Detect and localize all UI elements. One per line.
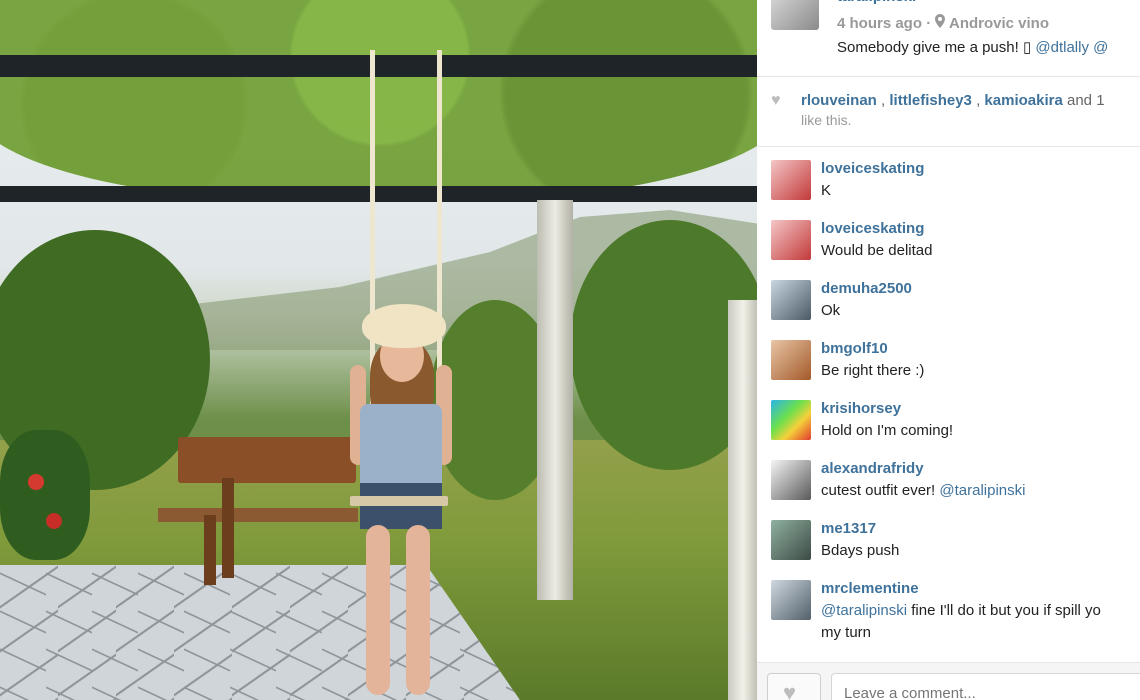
bench-leg <box>222 478 234 578</box>
comment-text: Bdays push <box>821 542 900 559</box>
comment-text: cutest outfit ever! @taralipinski <box>821 482 1025 499</box>
red-flowers <box>0 430 90 560</box>
comment-text-suffix: fine I'll do it but you if spill yo <box>907 602 1101 619</box>
commenter-avatar[interactable] <box>771 520 811 560</box>
likes-tail: and <box>1062 92 1097 109</box>
bench-backrest <box>178 437 356 483</box>
caption-text: Somebody give me a push! <box>837 39 1023 56</box>
comment-text: Would be delitad <box>821 242 933 259</box>
caption-mention[interactable]: @ <box>1093 39 1108 56</box>
girl-shorts <box>360 483 442 529</box>
comment-footer: ♥ <box>757 662 1140 700</box>
post-sidebar: taralipinski 4 hours ago · Androvic vino… <box>757 0 1140 700</box>
bench-leg <box>204 515 216 585</box>
timestamp[interactable]: 4 hours ago <box>837 15 922 32</box>
comment-item: demuha2500 Ok <box>757 268 1140 328</box>
heart-icon: ♥ <box>771 92 781 109</box>
comment-item: alexandrafridy cutest outfit ever! @tara… <box>757 448 1140 508</box>
commenter-username[interactable]: alexandrafridy <box>821 460 924 477</box>
bench-seat <box>158 508 358 522</box>
comment-text: Ok <box>821 302 841 319</box>
commenter-avatar[interactable] <box>771 580 811 620</box>
pergola-post <box>537 200 573 600</box>
heart-icon: ♥ <box>783 680 797 700</box>
grape-vine-canopy <box>0 0 757 200</box>
commenter-avatar[interactable] <box>771 400 811 440</box>
comment-text-line2: my turn <box>821 624 872 641</box>
commenter-username[interactable]: loveiceskating <box>821 220 924 237</box>
commenter-avatar[interactable] <box>771 280 811 320</box>
commenter-avatar[interactable] <box>771 160 811 200</box>
commenter-username[interactable]: demuha2500 <box>821 280 912 297</box>
owner-avatar[interactable] <box>771 0 819 30</box>
caption-glyph: ▯ <box>1022 39 1032 56</box>
liker-link[interactable]: kamioakira <box>984 92 1062 109</box>
comment-text: Be right there :) <box>821 362 925 379</box>
comment-input[interactable] <box>831 673 1140 700</box>
post-photo <box>0 0 757 700</box>
swing-seat <box>350 496 448 506</box>
location-link[interactable]: Androvic vino <box>949 15 1049 32</box>
owner-username[interactable]: taralipinski <box>837 0 916 5</box>
commenter-username[interactable]: bmgolf10 <box>821 340 888 357</box>
like-button[interactable]: ♥ <box>767 673 821 700</box>
commenter-username[interactable]: loveiceskating <box>821 160 924 177</box>
liker-link[interactable]: rlouveinan <box>801 92 877 109</box>
comment-item: bmgolf10 Be right there :) <box>757 328 1140 388</box>
commenter-username[interactable]: me1317 <box>821 520 876 537</box>
post-meta: 4 hours ago · Androvic vino <box>837 14 1049 32</box>
pergola-beam-top <box>0 55 757 77</box>
commenter-username[interactable]: krisihorsey <box>821 400 901 417</box>
location-pin-icon <box>935 14 946 32</box>
commenter-avatar[interactable] <box>771 220 811 260</box>
comments-list: loveiceskating K loveiceskating Would be… <box>757 148 1140 658</box>
comment-text: K <box>821 182 832 199</box>
girl-leg-right <box>406 525 430 695</box>
sun-hat <box>362 304 446 348</box>
likes-list: rlouveinan , littlefishey3 , kamioakira … <box>801 92 1105 109</box>
pergola-post-right <box>728 300 757 700</box>
caption-mention[interactable]: @dtlally <box>1035 39 1089 56</box>
liker-link[interactable]: littlefishey3 <box>889 92 972 109</box>
pergola-beam-lower <box>0 186 757 202</box>
commenter-username[interactable]: mrclementine <box>821 580 919 597</box>
comment-item: me1317 Bdays push <box>757 508 1140 568</box>
commenter-avatar[interactable] <box>771 340 811 380</box>
meta-separator: · <box>926 15 932 32</box>
comment-text: @taralipinski fine I'll do it but you if… <box>821 602 1101 619</box>
comment-item: mrclementine @taralipinski fine I'll do … <box>757 568 1140 648</box>
girl-top <box>360 404 442 490</box>
post-header: taralipinski 4 hours ago · Androvic vino… <box>757 0 1140 77</box>
comment-item: loveiceskating K <box>757 148 1140 208</box>
girl-leg-left <box>366 525 390 695</box>
comment-item: krisihorsey Hold on I'm coming! <box>757 388 1140 448</box>
comment-mention[interactable]: @taralipinski <box>821 602 907 619</box>
likes-line2: like this. <box>801 112 852 128</box>
comment-text: Hold on I'm coming! <box>821 422 954 439</box>
post-caption: Somebody give me a push! ▯ @dtlally @ <box>837 38 1140 56</box>
likes-count[interactable]: 1 <box>1096 92 1104 109</box>
comment-mention[interactable]: @taralipinski <box>939 482 1025 499</box>
commenter-avatar[interactable] <box>771 460 811 500</box>
comment-item: loveiceskating Would be delitad <box>757 208 1140 268</box>
comment-text-prefix: cutest outfit ever! <box>821 482 940 499</box>
